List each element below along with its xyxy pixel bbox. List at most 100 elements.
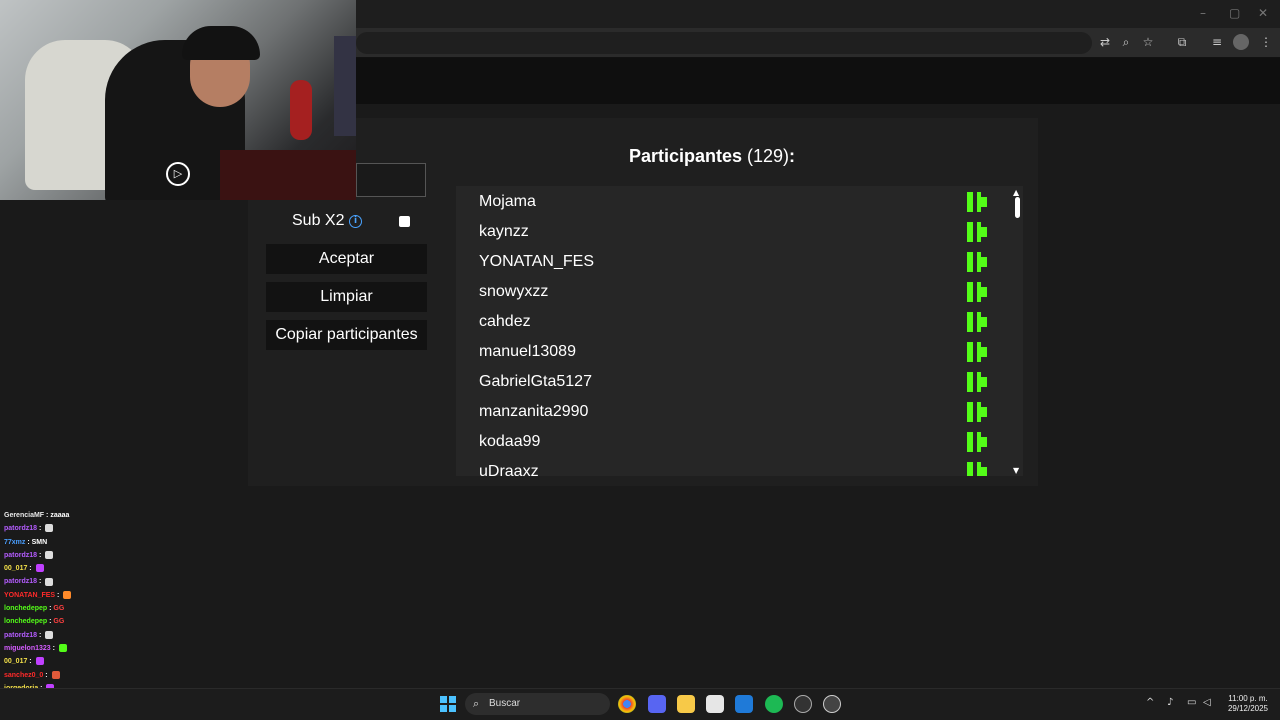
kick-logo-icon [967,342,987,362]
discord-icon[interactable] [648,695,666,713]
chat-message: patordz18 : [4,575,124,588]
scrollbar-thumb[interactable] [1015,197,1020,218]
chat-message: patordz18 : [4,629,124,642]
address-bar[interactable] [356,32,1092,54]
search-icon: ⌕ [473,697,480,710]
kick-logo-icon [967,222,987,242]
translate-icon[interactable]: ⇄ [1097,34,1113,50]
webcam-overlay: ▷ [0,0,356,200]
taskbar-search[interactable] [465,693,610,715]
chat-message: miguelon1323 : [4,642,124,655]
steam-icon[interactable] [823,695,841,713]
chat-message: 00_017 : [4,562,124,575]
kick-logo-icon [967,282,987,302]
star-icon[interactable]: ☆ [1140,34,1156,50]
app-icon[interactable] [794,695,812,713]
maximize-button[interactable]: ▢ [1229,6,1240,20]
chat-message: 00_017 : [4,655,124,668]
taskbar-search-placeholder: Buscar [489,698,521,709]
kick-logo-icon [967,252,987,272]
chat-username: 00_017 [4,565,28,573]
monitor [334,36,356,136]
extensions-icon[interactable]: ⧉ [1174,34,1190,50]
info-icon[interactable]: i [349,215,362,228]
clock-date: 29/12/2025 [1227,704,1269,713]
participant-name: uDraaxz [479,463,539,476]
media-icon[interactable]: ≡ [1209,34,1225,50]
start-icon[interactable] [440,696,456,712]
minimize-button[interactable]: – [1200,6,1206,20]
participant-name: manzanita2990 [479,403,589,420]
tray-chevron-icon[interactable]: ^ [1146,697,1154,708]
chat-message: GerenciaMF : zaaaa [4,512,70,519]
participant-name: cahdez [479,313,531,330]
profile-icon[interactable] [1233,34,1249,50]
chat-username: 77xmz [4,538,26,546]
chat-message: patordz18 : [4,549,124,562]
kick-logo-icon [967,372,987,392]
spotify-icon[interactable] [765,695,783,713]
clear-button[interactable]: Limpiar [266,282,427,312]
clock[interactable]: 11:00 p. m. 29/12/2025 [1222,694,1274,714]
store-icon[interactable] [706,695,724,713]
chat-username: 00_017 [4,658,28,666]
participant-name: Mojama [479,193,536,210]
chat-message: lonchedepep : GG [4,605,65,613]
accept-button[interactable]: Aceptar [266,244,427,274]
participant-row: GabrielGta5127 [456,366,1012,396]
subx2-label: Sub X2 [292,212,345,229]
streamer-cap [182,26,260,60]
participants-list[interactable]: Mojama kaynzz YONATAN_FES snowyxzz cahdez man… [456,186,1023,476]
chat-message: sanchez0_0 : [4,669,124,682]
emote-icon [45,577,54,586]
participant-name: snowyxzz [479,283,549,300]
participant-row: YONATAN_FES [456,246,1012,276]
copy-participants-button[interactable]: Copiar participantes [266,320,427,350]
participant-row: manuel13089 [456,336,1012,366]
chat-username: sanchez0_0 [4,671,44,679]
close-window-button[interactable]: ✕ [1258,6,1268,20]
participant-row: manzanita2990 [456,396,1012,426]
zoom-icon[interactable]: ⌕ [1118,34,1134,50]
subx2-checkbox[interactable] [399,216,410,227]
chat-username: patordz18 [4,578,38,586]
kick-logo-icon [967,432,987,452]
participant-name: kodaa99 [479,433,541,450]
chat-username: GerenciaMF [4,512,45,519]
kick-logo-icon [967,312,987,332]
clock-time: 11:00 p. m. [1228,694,1268,703]
participant-row: snowyxzz [456,276,1012,306]
volume-icon[interactable]: ◁ [1203,697,1211,708]
file-explorer-icon[interactable] [677,695,695,713]
emote-icon [63,590,72,599]
kick-logo-icon [967,402,987,422]
kick-logo-icon [967,462,987,476]
emote-icon [35,657,44,666]
keyword-input[interactable] [356,163,426,197]
emote-icon [58,644,67,653]
chrome-icon[interactable] [618,695,636,713]
microphone-icon[interactable]: ♪ [1167,697,1173,708]
chat-text: SMN [31,538,48,546]
desk [220,150,356,200]
kick-logo-icon [967,192,987,212]
emote-icon [51,670,60,679]
participants-title-suffix: : [789,146,796,166]
chat-username: patordz18 [4,525,38,533]
scroll-up-arrow[interactable]: ▲ [1013,188,1019,197]
taskbar [0,688,1280,720]
scroll-down-arrow[interactable]: ▼ [1013,466,1019,475]
participant-name: GabrielGta5127 [479,373,592,390]
chat-username: patordz18 [4,551,38,559]
menu-icon[interactable]: ⋮ [1258,34,1274,50]
chat-username: YONATAN_FES [4,591,56,599]
participant-row: uDraaxz [456,456,1012,476]
participant-row: Mojama [456,186,1012,216]
participants-title-text: Participantes [628,146,742,166]
mail-icon[interactable] [735,695,753,713]
chat-username: miguelon1323 [4,644,51,652]
chat-username: lonchedepep [4,618,48,626]
network-icon[interactable]: ▭ [1187,697,1196,708]
emote-icon [45,630,54,639]
participant-name: kaynzz [479,223,529,240]
